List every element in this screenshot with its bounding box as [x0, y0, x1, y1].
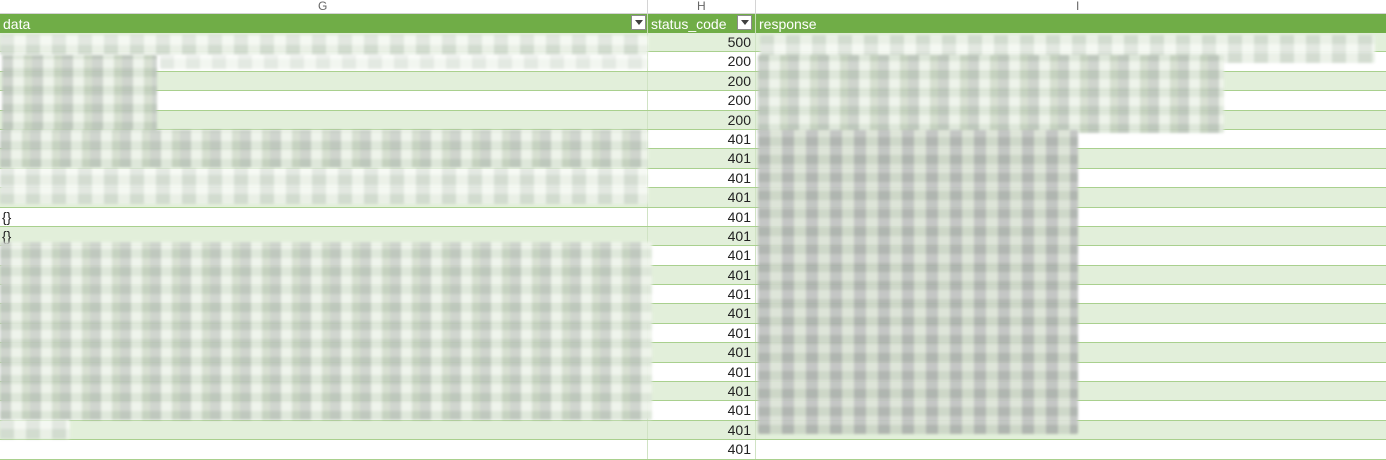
redacted-region	[0, 420, 70, 439]
cell-response[interactable]	[756, 440, 1386, 458]
header-status-code-label: status_code	[651, 16, 727, 32]
cell-status-code[interactable]: 401	[648, 208, 754, 226]
cell-status-code[interactable]: 401	[648, 285, 754, 303]
cell-status-code[interactable]: 401	[648, 324, 754, 342]
filter-dropdown-icon[interactable]	[737, 15, 752, 30]
column-divider[interactable]	[647, 0, 648, 13]
column-divider[interactable]	[755, 0, 756, 13]
cell-status-code[interactable]: 200	[648, 111, 754, 129]
column-letter-i[interactable]: I	[1076, 0, 1079, 13]
cell-status-code[interactable]: 401	[648, 304, 754, 322]
cell-status-code[interactable]: 401	[648, 169, 754, 187]
cell-status-code[interactable]: 200	[648, 72, 754, 90]
table-row: 401	[0, 440, 1386, 460]
header-data[interactable]: data	[0, 14, 647, 33]
redacted-region	[758, 55, 1224, 133]
header-data-label: data	[3, 16, 31, 32]
cell-status-code[interactable]: 401	[648, 188, 754, 206]
cell-status-code[interactable]: 401	[648, 246, 754, 264]
redacted-region	[0, 242, 652, 420]
cell-status-code[interactable]: 401	[648, 440, 754, 458]
cell-status-code[interactable]: 401	[648, 343, 754, 361]
cell-status-code[interactable]: 401	[648, 130, 754, 148]
cell-status-code[interactable]: 401	[648, 363, 754, 381]
cell-data[interactable]	[0, 421, 646, 439]
cell-status-code[interactable]: 200	[648, 52, 754, 70]
cell-status-code[interactable]: 401	[648, 227, 754, 245]
cell-status-code[interactable]: 401	[648, 266, 754, 284]
cell-status-code[interactable]: 401	[648, 382, 754, 400]
table-row: {} 401	[0, 207, 1386, 227]
header-response[interactable]: response	[756, 14, 1386, 33]
redacted-region	[758, 130, 1078, 434]
redacted-region	[0, 35, 648, 55]
cell-status-code[interactable]: 200	[648, 91, 754, 109]
redacted-region	[2, 55, 157, 131]
header-response-label: response	[759, 16, 817, 32]
cell-status-code[interactable]: 401	[648, 421, 754, 439]
cell-status-code[interactable]: 401	[648, 149, 754, 167]
column-letter-h[interactable]: H	[697, 0, 706, 13]
table-row: 401	[0, 420, 1386, 441]
redacted-region	[0, 130, 648, 168]
column-letter-g[interactable]: G	[318, 0, 327, 13]
cell-data[interactable]: {}	[0, 208, 646, 226]
redacted-region	[0, 168, 648, 204]
table-header-row: data status_code response	[0, 14, 1386, 33]
redacted-region	[160, 55, 648, 69]
cell-data[interactable]	[0, 440, 646, 458]
cell-status-code[interactable]: 401	[648, 401, 754, 419]
cell-status-code[interactable]: 500	[648, 33, 754, 51]
filter-dropdown-icon[interactable]	[631, 15, 646, 30]
column-letter-header: G H I	[0, 0, 1386, 14]
